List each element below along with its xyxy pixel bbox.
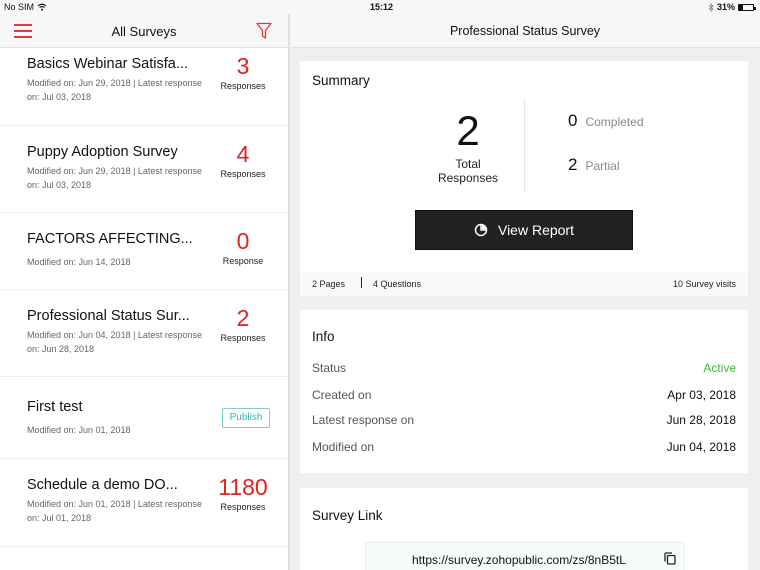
battery-percent: 31% — [716, 2, 735, 12]
survey-name: First test — [27, 399, 83, 415]
survey-name: Professional Status Sur... — [27, 308, 190, 324]
survey-detail-header: Professional Status Survey — [290, 14, 760, 48]
completed-count: 0 — [568, 111, 578, 130]
status-value: Active — [703, 361, 736, 375]
survey-list-item[interactable]: FACTORS AFFECTING... Modified on: Jun 14… — [0, 213, 288, 290]
survey-list-pane: All Surveys Basics Webinar Satisfa... Mo… — [0, 0, 288, 570]
response-count-label: Responses — [220, 169, 266, 179]
survey-link-url[interactable]: https://survey.zohopublic.com/zs/8nB5tL — [412, 553, 626, 567]
survey-name: Puppy Adoption Survey — [27, 144, 178, 160]
survey-link-title: Survey Link — [312, 508, 383, 523]
completed-label: Completed — [585, 115, 644, 129]
publish-button[interactable]: Publish — [222, 408, 270, 428]
summary-card: Summary 2 Total Responses 0 Completed 2 … — [300, 61, 748, 296]
partial-count: 2 — [568, 155, 578, 174]
info-value: Jun 28, 2018 — [666, 413, 736, 427]
response-count-label: Response — [222, 256, 264, 266]
survey-meta: Modified on: Jun 04, 2018 | Latest respo… — [27, 330, 202, 354]
info-card: Info Status Active Created on Apr 03, 20… — [300, 310, 748, 473]
view-report-label: View Report — [497, 222, 574, 238]
info-key: Created on — [312, 388, 372, 402]
survey-name: FACTORS AFFECTING... — [27, 231, 193, 247]
info-key: Status — [312, 361, 347, 375]
questions-count: 4 Questions — [373, 279, 422, 289]
clock: 15:12 — [370, 2, 394, 12]
survey-list-title: All Surveys — [111, 24, 177, 39]
info-value: Jun 04, 2018 — [666, 440, 736, 454]
response-count: 3 — [236, 53, 250, 79]
wifi-icon — [37, 3, 47, 11]
response-count: 4 — [236, 141, 250, 167]
survey-link-box[interactable]: https://survey.zohopublic.com/zs/8nB5tL — [365, 542, 685, 570]
footer-separator — [361, 277, 362, 288]
survey-detail-pane: Professional Status Survey Summary 2 Tot… — [290, 0, 760, 570]
survey-name: Schedule a demo DO... — [27, 477, 178, 493]
summary-divider — [524, 99, 525, 192]
survey-meta: Modified on: Jun 29, 2018 | Latest respo… — [27, 166, 202, 190]
pie-chart-icon — [474, 223, 488, 237]
response-count-label: Responses — [220, 502, 266, 512]
survey-meta: Modified on: Jun 14, 2018 — [27, 257, 131, 267]
survey-meta: Modified on: Jun 01, 2018 — [27, 425, 131, 435]
battery-icon — [738, 3, 756, 11]
total-responses-count: 2 — [456, 107, 480, 154]
partial-label: Partial — [585, 159, 620, 173]
response-count: 2 — [236, 305, 250, 331]
response-count: 0 — [236, 228, 250, 254]
status-left: No SIM — [4, 2, 47, 12]
survey-list-item[interactable]: Professional Status Sur... Modified on: … — [0, 290, 288, 377]
info-title: Info — [312, 329, 335, 344]
info-value: Apr 03, 2018 — [667, 388, 736, 402]
survey-list-item[interactable]: Basics Webinar Satisfa... Modified on: J… — [0, 48, 288, 126]
status-right: 31% — [708, 2, 756, 12]
response-count-label: Responses — [220, 333, 266, 343]
view-report-button[interactable]: View Report — [415, 210, 633, 250]
survey-list-item[interactable]: First test Modified on: Jun 01, 2018 Pub… — [0, 377, 288, 459]
completed-stat: 0 Completed — [568, 111, 644, 131]
response-count-label: Responses — [220, 81, 266, 91]
survey-meta: Modified on: Jun 29, 2018 | Latest respo… — [27, 78, 202, 102]
carrier-label: No SIM — [4, 2, 35, 12]
status-bar: No SIM 15:12 31% — [0, 0, 760, 14]
partial-stat: 2 Partial — [568, 155, 619, 175]
total-responses-label: Total Responses — [437, 157, 499, 185]
pages-count: 2 Pages — [312, 279, 346, 289]
survey-list-item[interactable]: Puppy Adoption Survey Modified on: Jun 2… — [0, 126, 288, 213]
summary-title: Summary — [312, 73, 370, 88]
survey-list-item[interactable]: Schedule a demo DO... Modified on: Jun 0… — [0, 459, 288, 547]
bluetooth-icon — [708, 2, 714, 12]
response-count: 1180 — [218, 474, 268, 500]
filter-funnel-icon[interactable] — [256, 22, 272, 40]
survey-name: Basics Webinar Satisfa... — [27, 56, 188, 72]
survey-list-header: All Surveys — [0, 14, 288, 48]
survey-list: Basics Webinar Satisfa... Modified on: J… — [0, 48, 288, 547]
summary-footer: 2 Pages 4 Questions 10 Survey visits — [300, 272, 748, 296]
battery-fill — [739, 4, 744, 10]
survey-visits: 10 Survey visits — [672, 279, 736, 289]
info-key: Modified on — [312, 440, 375, 454]
copy-icon[interactable] — [664, 552, 676, 565]
survey-meta: Modified on: Jun 01, 2018 | Latest respo… — [27, 499, 202, 523]
survey-detail-title: Professional Status Survey — [449, 24, 601, 38]
survey-link-card: Survey Link https://survey.zohopublic.co… — [300, 488, 748, 570]
info-key: Latest response on — [312, 413, 415, 427]
